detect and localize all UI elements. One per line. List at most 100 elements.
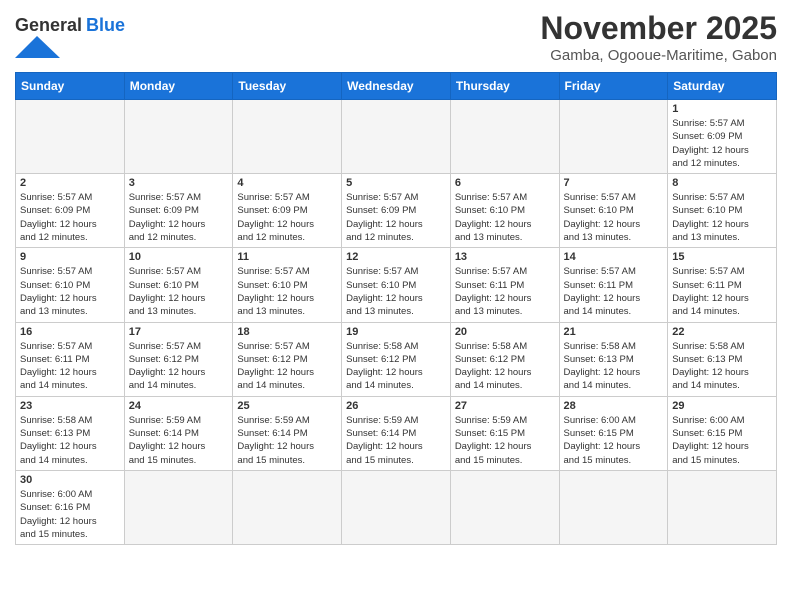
logo-blue-text: Blue — [86, 15, 125, 36]
day-number: 29 — [672, 400, 772, 412]
calendar-cell: 28 Sunrise: 6:00 AM Sunset: 6:15 PM Dayli… — [559, 396, 668, 470]
day-info: Sunrise: 6:00 AM Sunset: 6:15 PM Dayligh… — [564, 414, 664, 467]
day-info: Sunrise: 5:57 AM Sunset: 6:11 PM Dayligh… — [455, 265, 555, 318]
calendar-cell: 2 Sunrise: 5:57 AM Sunset: 6:09 PM Daylig… — [16, 174, 125, 248]
weekday-header-friday: Friday — [559, 73, 668, 100]
calendar-cell — [124, 100, 233, 174]
calendar-table: SundayMondayTuesdayWednesdayThursdayFrid… — [15, 72, 777, 545]
day-info: Sunrise: 5:57 AM Sunset: 6:10 PM Dayligh… — [129, 265, 229, 318]
calendar-cell: 3 Sunrise: 5:57 AM Sunset: 6:09 PM Daylig… — [124, 174, 233, 248]
calendar-row: 23Sunrise: 5:58 AM Sunset: 6:13 PM Dayli… — [16, 396, 777, 470]
weekday-header-saturday: Saturday — [668, 73, 777, 100]
day-number: 20 — [455, 326, 555, 338]
day-number: 30 — [20, 474, 120, 486]
calendar-cell: 10Sunrise: 5:57 AM Sunset: 6:10 PM Dayli… — [124, 248, 233, 322]
calendar-cell — [668, 470, 777, 544]
day-number: 27 — [455, 400, 555, 412]
calendar-cell: 21 Sunrise: 5:58 AM Sunset: 6:13 PM Dayli… — [559, 322, 668, 396]
day-info: Sunrise: 5:57 AM Sunset: 6:11 PM Dayligh… — [672, 265, 772, 318]
day-info: Sunrise: 5:57 AM Sunset: 6:10 PM Dayligh… — [455, 191, 555, 244]
calendar-cell — [450, 470, 559, 544]
calendar-cell: 26Sunrise: 5:59 AM Sunset: 6:14 PM Dayli… — [342, 396, 451, 470]
calendar-row: 16Sunrise: 5:57 AM Sunset: 6:11 PM Dayli… — [16, 322, 777, 396]
day-number: 8 — [672, 177, 772, 189]
day-number: 1 — [672, 103, 772, 115]
weekday-header-thursday: Thursday — [450, 73, 559, 100]
title-area: November 2025 Gamba, Ogooue-Maritime, Ga… — [540, 10, 777, 64]
calendar-cell — [233, 100, 342, 174]
day-number: 4 — [237, 177, 337, 189]
day-info: Sunrise: 5:57 AM Sunset: 6:09 PM Dayligh… — [20, 191, 120, 244]
day-info: Sunrise: 5:57 AM Sunset: 6:09 PM Dayligh… — [129, 191, 229, 244]
calendar-cell: 14 Sunrise: 5:57 AM Sunset: 6:11 PM Dayli… — [559, 248, 668, 322]
calendar-cell: 17Sunrise: 5:57 AM Sunset: 6:12 PM Dayli… — [124, 322, 233, 396]
day-number: 22 — [672, 326, 772, 338]
day-info: Sunrise: 5:57 AM Sunset: 6:10 PM Dayligh… — [346, 265, 446, 318]
calendar-cell: 27 Sunrise: 5:59 AM Sunset: 6:15 PM Dayli… — [450, 396, 559, 470]
calendar-cell — [450, 100, 559, 174]
calendar-cell: 9 Sunrise: 5:57 AM Sunset: 6:10 PM Daylig… — [16, 248, 125, 322]
weekday-header-tuesday: Tuesday — [233, 73, 342, 100]
weekday-header-wednesday: Wednesday — [342, 73, 451, 100]
logo-general-text: General — [15, 15, 82, 36]
day-info: Sunrise: 5:57 AM Sunset: 6:12 PM Dayligh… — [129, 340, 229, 393]
calendar-cell: 22 Sunrise: 5:58 AM Sunset: 6:13 PM Dayli… — [668, 322, 777, 396]
calendar-row: 1 Sunrise: 5:57 AM Sunset: 6:09 PM Daylig… — [16, 100, 777, 174]
day-info: Sunrise: 5:57 AM Sunset: 6:10 PM Dayligh… — [672, 191, 772, 244]
calendar-cell: 18Sunrise: 5:57 AM Sunset: 6:12 PM Dayli… — [233, 322, 342, 396]
calendar-cell: 16Sunrise: 5:57 AM Sunset: 6:11 PM Dayli… — [16, 322, 125, 396]
calendar-cell: 24Sunrise: 5:59 AM Sunset: 6:14 PM Dayli… — [124, 396, 233, 470]
weekday-header-monday: Monday — [124, 73, 233, 100]
day-number: 16 — [20, 326, 120, 338]
calendar-cell: 1 Sunrise: 5:57 AM Sunset: 6:09 PM Daylig… — [668, 100, 777, 174]
day-info: Sunrise: 6:00 AM Sunset: 6:16 PM Dayligh… — [20, 488, 120, 541]
calendar-cell: 4 Sunrise: 5:57 AM Sunset: 6:09 PM Daylig… — [233, 174, 342, 248]
calendar-cell — [342, 100, 451, 174]
calendar-cell: 6 Sunrise: 5:57 AM Sunset: 6:10 PM Daylig… — [450, 174, 559, 248]
day-number: 9 — [20, 251, 120, 263]
day-number: 6 — [455, 177, 555, 189]
day-number: 2 — [20, 177, 120, 189]
calendar-header-row: SundayMondayTuesdayWednesdayThursdayFrid… — [16, 73, 777, 100]
day-info: Sunrise: 5:57 AM Sunset: 6:10 PM Dayligh… — [237, 265, 337, 318]
day-info: Sunrise: 5:57 AM Sunset: 6:12 PM Dayligh… — [237, 340, 337, 393]
day-info: Sunrise: 5:58 AM Sunset: 6:12 PM Dayligh… — [455, 340, 555, 393]
calendar-row: 2 Sunrise: 5:57 AM Sunset: 6:09 PM Daylig… — [16, 174, 777, 248]
day-info: Sunrise: 5:59 AM Sunset: 6:14 PM Dayligh… — [237, 414, 337, 467]
day-info: Sunrise: 5:58 AM Sunset: 6:13 PM Dayligh… — [564, 340, 664, 393]
calendar-cell: 11 Sunrise: 5:57 AM Sunset: 6:10 PM Dayli… — [233, 248, 342, 322]
calendar-cell: 25Sunrise: 5:59 AM Sunset: 6:14 PM Dayli… — [233, 396, 342, 470]
day-number: 3 — [129, 177, 229, 189]
calendar-cell: 15Sunrise: 5:57 AM Sunset: 6:11 PM Dayli… — [668, 248, 777, 322]
day-info: Sunrise: 5:57 AM Sunset: 6:10 PM Dayligh… — [20, 265, 120, 318]
calendar-cell — [342, 470, 451, 544]
day-info: Sunrise: 5:57 AM Sunset: 6:11 PM Dayligh… — [564, 265, 664, 318]
calendar-cell: 13 Sunrise: 5:57 AM Sunset: 6:11 PM Dayli… — [450, 248, 559, 322]
month-title: November 2025 — [540, 10, 777, 47]
day-number: 26 — [346, 400, 446, 412]
day-info: Sunrise: 5:59 AM Sunset: 6:15 PM Dayligh… — [455, 414, 555, 467]
day-info: Sunrise: 5:58 AM Sunset: 6:12 PM Dayligh… — [346, 340, 446, 393]
calendar-cell — [16, 100, 125, 174]
calendar-cell: 8 Sunrise: 5:57 AM Sunset: 6:10 PM Daylig… — [668, 174, 777, 248]
day-info: Sunrise: 5:58 AM Sunset: 6:13 PM Dayligh… — [672, 340, 772, 393]
calendar-cell: 12Sunrise: 5:57 AM Sunset: 6:10 PM Dayli… — [342, 248, 451, 322]
day-number: 14 — [564, 251, 664, 263]
calendar-row: 30 Sunrise: 6:00 AM Sunset: 6:16 PM Dayli… — [16, 470, 777, 544]
day-info: Sunrise: 5:57 AM Sunset: 6:09 PM Dayligh… — [672, 117, 772, 170]
calendar-cell: 5Sunrise: 5:57 AM Sunset: 6:09 PM Daylig… — [342, 174, 451, 248]
day-number: 7 — [564, 177, 664, 189]
day-number: 28 — [564, 400, 664, 412]
day-number: 21 — [564, 326, 664, 338]
day-info: Sunrise: 5:57 AM Sunset: 6:09 PM Dayligh… — [346, 191, 446, 244]
calendar-cell: 7 Sunrise: 5:57 AM Sunset: 6:10 PM Daylig… — [559, 174, 668, 248]
day-number: 11 — [237, 251, 337, 263]
calendar-cell — [233, 470, 342, 544]
calendar-row: 9 Sunrise: 5:57 AM Sunset: 6:10 PM Daylig… — [16, 248, 777, 322]
day-number: 13 — [455, 251, 555, 263]
day-info: Sunrise: 5:57 AM Sunset: 6:09 PM Dayligh… — [237, 191, 337, 244]
day-number: 19 — [346, 326, 446, 338]
day-info: Sunrise: 5:57 AM Sunset: 6:10 PM Dayligh… — [564, 191, 664, 244]
logo: General Blue — [15, 10, 125, 58]
logo-icon — [15, 36, 60, 58]
